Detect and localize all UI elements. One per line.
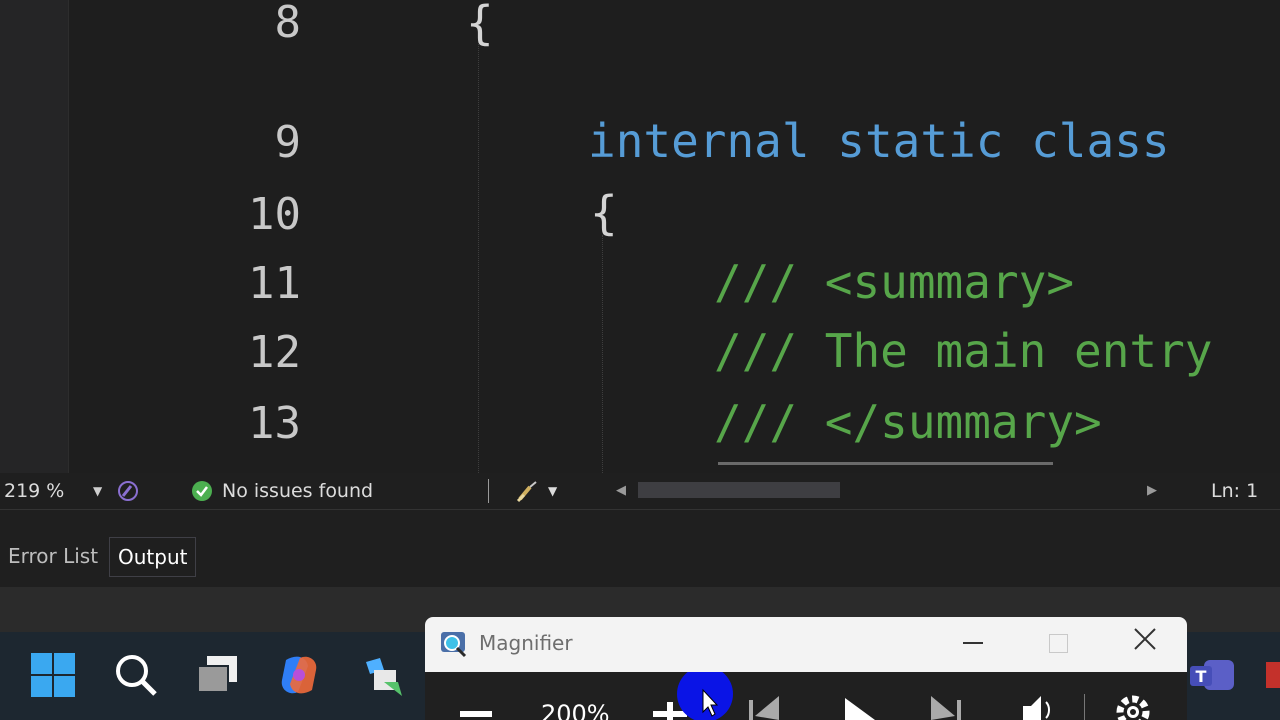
- line-number: 11: [248, 258, 301, 309]
- zoom-out-button[interactable]: [460, 711, 492, 717]
- code-line: /// The main entry: [714, 324, 1213, 378]
- svg-text:T: T: [1196, 667, 1207, 686]
- cleanup-dropdown-chevron-icon[interactable]: ▼: [548, 473, 557, 509]
- task-view-icon[interactable]: [195, 652, 241, 698]
- previous-paragraph-icon[interactable]: [745, 696, 785, 720]
- indent-guide: [478, 40, 479, 473]
- store-icon[interactable]: [358, 652, 404, 698]
- indent-guide: [602, 235, 603, 473]
- magnifier-window[interactable]: Magnifier 200%: [425, 617, 1187, 720]
- zoom-level[interactable]: 219 %: [4, 473, 64, 509]
- copilot-icon[interactable]: [276, 652, 322, 698]
- scroll-right-icon[interactable]: ▶: [1147, 473, 1157, 509]
- scroll-left-icon[interactable]: ◀: [616, 473, 626, 509]
- code-line: internal static class: [588, 114, 1170, 168]
- speaker-icon[interactable]: [1019, 692, 1059, 720]
- magnifier-toolbar: 200%: [425, 666, 1187, 720]
- magnifier-app-icon: [439, 630, 469, 662]
- app-icon[interactable]: [1262, 652, 1280, 698]
- clipped-code-line: [718, 462, 1053, 473]
- close-icon[interactable]: [1133, 627, 1157, 655]
- mouse-cursor-highlight: [677, 666, 733, 720]
- windows-start-icon[interactable]: [30, 652, 76, 698]
- tab-output[interactable]: Output: [109, 537, 197, 577]
- tool-window-tabs: Error List Output: [0, 537, 1280, 587]
- line-number: 10: [248, 189, 301, 240]
- cursor-position[interactable]: Ln: 1: [1211, 473, 1258, 509]
- code-editor[interactable]: 8 { 9 internal static class 10 { 11 /// …: [0, 0, 1280, 473]
- maximize-button[interactable]: [1049, 634, 1068, 653]
- search-icon[interactable]: [113, 652, 159, 698]
- magnifier-title: Magnifier: [479, 631, 573, 655]
- code-line: {: [466, 0, 494, 50]
- tab-error-list[interactable]: Error List: [0, 537, 106, 575]
- next-paragraph-icon[interactable]: [927, 696, 967, 720]
- horizontal-scrollbar-thumb[interactable]: [638, 482, 840, 498]
- minimize-button[interactable]: [963, 642, 983, 644]
- code-cleanup-icon[interactable]: [516, 479, 542, 503]
- play-icon[interactable]: [839, 694, 879, 720]
- code-line: {: [590, 186, 618, 240]
- line-number: 9: [274, 117, 302, 168]
- code-line: /// </summary>: [714, 395, 1102, 449]
- editor-margin: [0, 0, 69, 473]
- brush-icon[interactable]: [116, 479, 140, 503]
- check-circle-icon: [191, 480, 213, 502]
- line-number: 8: [274, 0, 302, 48]
- line-number: 13: [248, 398, 301, 449]
- line-number: 12: [248, 327, 301, 378]
- toolbar-divider: [1084, 694, 1085, 720]
- panel-splitter[interactable]: [0, 509, 1280, 538]
- status-divider: [488, 479, 489, 503]
- code-line: /// <summary>: [714, 255, 1075, 309]
- magnifier-zoom-level: 200%: [541, 700, 610, 720]
- zoom-dropdown-chevron-icon[interactable]: ▼: [93, 473, 102, 509]
- gear-icon[interactable]: [1113, 692, 1153, 720]
- magnifier-title-bar[interactable]: Magnifier: [425, 617, 1187, 672]
- issues-status[interactable]: No issues found: [222, 473, 373, 509]
- editor-status-bar: 219 % ▼ No issues found ▼ ◀ ▶ Ln: 1: [0, 473, 1280, 509]
- teams-icon[interactable]: T: [1190, 652, 1236, 698]
